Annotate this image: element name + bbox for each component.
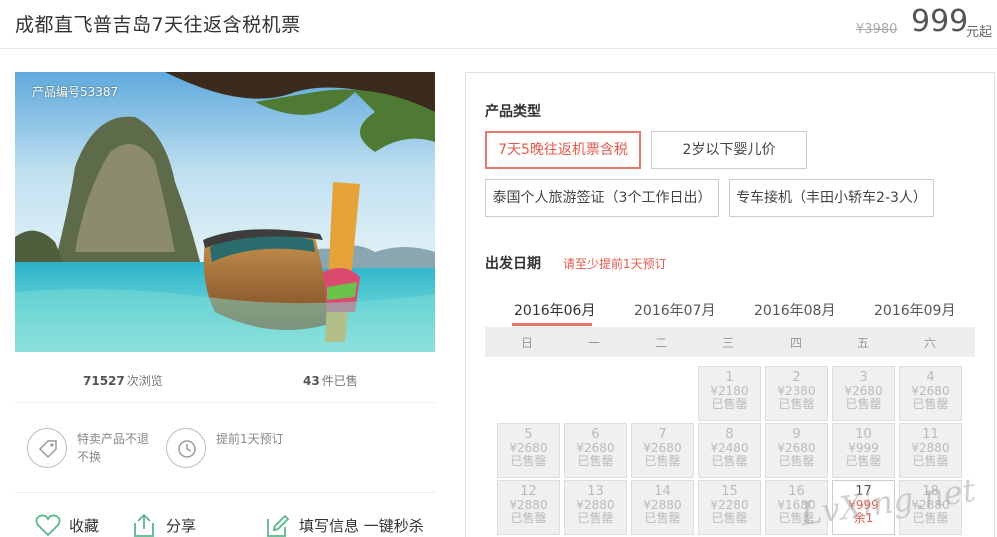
- calendar-day[interactable]: 9 ¥2680 已售罄: [765, 423, 828, 478]
- fill-info-label: 填写信息 一键秒杀: [299, 517, 424, 535]
- product-title: 成都直飞普吉岛7天往返含税机票: [15, 14, 301, 36]
- option-visa[interactable]: 泰国个人旅游签证（3个工作日出）: [485, 179, 719, 217]
- day-status: 已售罄: [845, 397, 882, 411]
- page: { "product": { "title": "成都直飞普吉岛7天往返含税机票…: [0, 0, 997, 537]
- product-id-label: 产品编号53387: [32, 85, 119, 99]
- day-number: 2: [792, 370, 801, 385]
- feature-advance-booking: 提前1天预订: [166, 428, 296, 468]
- day-number: 10: [855, 427, 872, 442]
- day-number: 6: [591, 427, 600, 442]
- day-status: 已售罄: [711, 397, 748, 411]
- tab-month-07[interactable]: 2016年07月: [634, 300, 715, 320]
- day-number: 9: [792, 427, 801, 442]
- calendar-day[interactable]: 1 ¥2180 已售罄: [698, 366, 761, 421]
- day-number: 1: [725, 370, 734, 385]
- sold-label: 件已售: [321, 374, 358, 388]
- features-divider: [15, 492, 435, 493]
- favorite-label: 收藏: [69, 517, 100, 535]
- favorite-button[interactable]: 收藏: [35, 513, 105, 537]
- weekday-sat: 六: [923, 336, 936, 350]
- weekday-mon: 一: [587, 336, 600, 350]
- weekday-wed: 三: [721, 336, 734, 350]
- current-price: 999: [911, 4, 969, 39]
- tab-month-08[interactable]: 2016年08月: [754, 300, 835, 320]
- day-number: 13: [587, 484, 604, 499]
- calendar-day[interactable]: 15 ¥2280 已售罄: [698, 480, 761, 535]
- heart-icon: [35, 514, 61, 537]
- calendar-day[interactable]: 7 ¥2680 已售罄: [631, 423, 694, 478]
- option-7day-ticket[interactable]: 7天5晚往返机票含税: [485, 131, 641, 169]
- stats-divider: [15, 402, 435, 403]
- header-divider: [0, 48, 997, 49]
- island-boat-image: [15, 72, 435, 352]
- share-button[interactable]: 分享: [132, 513, 202, 537]
- day-number: 12: [520, 484, 537, 499]
- weekday-tue: 二: [654, 336, 667, 350]
- day-status: 已售罄: [778, 397, 815, 411]
- day-number: 4: [926, 370, 935, 385]
- views-count: 71527: [83, 374, 125, 388]
- day-status: 已售罄: [510, 511, 547, 525]
- calendar-day[interactable]: 4 ¥2680 已售罄: [899, 366, 962, 421]
- calendar-day[interactable]: 10 ¥999 已售罄: [832, 423, 895, 478]
- calendar-day[interactable]: 5 ¥2680 已售罄: [497, 423, 560, 478]
- day-status: 已售罄: [778, 454, 815, 468]
- share-label: 分享: [166, 517, 197, 535]
- product-type-title: 产品类型: [485, 104, 541, 120]
- feature-no-refund-text: 特卖产品不退不换: [77, 432, 150, 464]
- sold-stat: 43 件已售: [303, 372, 358, 389]
- calendar-day[interactable]: 8 ¥2480 已售罄: [698, 423, 761, 478]
- option-infant-price[interactable]: 2岁以下婴儿价: [651, 131, 807, 169]
- price-unit: 元起: [966, 25, 993, 40]
- day-number: 8: [725, 427, 734, 442]
- day-status: 已售罄: [577, 454, 614, 468]
- day-status: 已售罄: [711, 511, 748, 525]
- product-photo: 产品编号53387: [15, 72, 435, 352]
- day-number: 11: [922, 427, 939, 442]
- fill-info-button[interactable]: 填写信息 一键秒杀: [265, 513, 425, 537]
- price-tag-icon: [27, 428, 67, 468]
- original-price: ¥3980: [856, 22, 898, 37]
- calendar-day[interactable]: 3 ¥2680 已售罄: [832, 366, 895, 421]
- calendar-day[interactable]: 12 ¥2880 已售罄: [497, 480, 560, 535]
- feature-no-refund: 特卖产品不退不换: [27, 428, 157, 468]
- tab-month-06[interactable]: 2016年06月: [514, 300, 595, 320]
- tab-month-09[interactable]: 2016年09月: [874, 300, 955, 320]
- departure-date-title: 出发日期: [485, 256, 541, 272]
- day-status: 已售罄: [644, 511, 681, 525]
- views-stat: 71527 次浏览: [83, 372, 163, 389]
- edit-icon: [267, 514, 290, 537]
- calendar-day[interactable]: 2 ¥2380 已售罄: [765, 366, 828, 421]
- feature-advance-booking-text: 提前1天预订: [216, 432, 284, 446]
- day-status: 已售罄: [912, 454, 949, 468]
- day-status: 已售罄: [644, 454, 681, 468]
- day-number: 5: [524, 427, 533, 442]
- day-number: 7: [658, 427, 667, 442]
- clock-icon: [166, 428, 206, 468]
- weekday-thu: 四: [789, 336, 802, 350]
- day-status: 已售罄: [711, 454, 748, 468]
- booking-note: 请至少提前1天预订: [563, 257, 667, 271]
- day-number: 14: [654, 484, 671, 499]
- calendar-day[interactable]: 11 ¥2880 已售罄: [899, 423, 962, 478]
- share-icon: [134, 513, 154, 537]
- day-number: 15: [721, 484, 738, 499]
- day-status: 已售罄: [577, 511, 614, 525]
- views-label: 次浏览: [126, 374, 163, 388]
- weekday-sun: 日: [520, 336, 533, 350]
- day-number: 3: [859, 370, 868, 385]
- active-month-indicator: [512, 323, 592, 326]
- option-airport-pickup[interactable]: 专车接机（丰田小轿车2-3人）: [729, 179, 934, 217]
- calendar-day[interactable]: 6 ¥2680 已售罄: [564, 423, 627, 478]
- day-status: 已售罄: [845, 454, 882, 468]
- sold-count: 43: [303, 374, 320, 388]
- day-status: 已售罄: [510, 454, 547, 468]
- calendar-day[interactable]: 14 ¥2880 已售罄: [631, 480, 694, 535]
- weekday-fri: 五: [856, 336, 869, 350]
- calendar-day[interactable]: 13 ¥2880 已售罄: [564, 480, 627, 535]
- day-status: 已售罄: [912, 397, 949, 411]
